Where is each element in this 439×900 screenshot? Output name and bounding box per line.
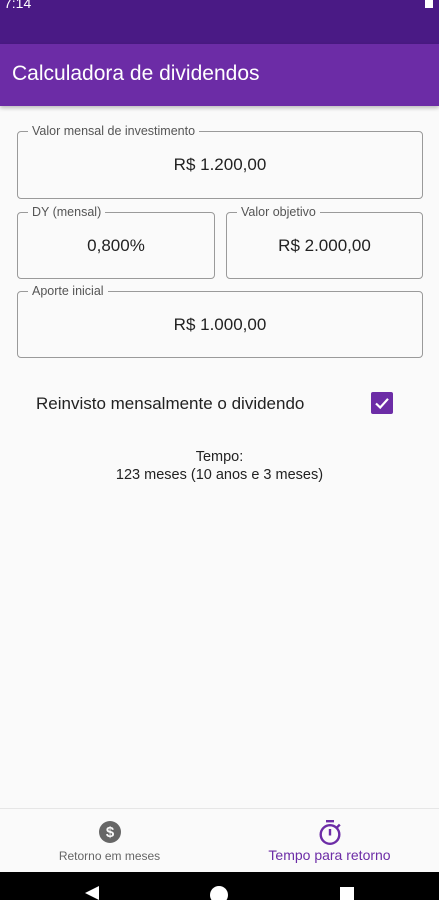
result-heading: Tempo: xyxy=(195,449,244,465)
result-text: 123 meses (10 anos e 3 meses) xyxy=(115,467,324,483)
monthly-investment-field[interactable]: Valor mensal de investimento R$ 1.200,00 xyxy=(17,123,423,199)
initial-contribution-field[interactable]: Aporte inicial R$ 1.000,00 xyxy=(17,283,423,358)
battery-icon xyxy=(425,0,433,8)
reinvest-label: Reinvisto mensalmente o dividendo xyxy=(36,394,305,413)
dollar-icon: $ xyxy=(98,820,122,849)
dy-field[interactable]: DY (mensal) 0,800% xyxy=(17,204,215,279)
status-bar: 7:14 xyxy=(0,0,439,44)
nav-label-retorno-em-meses: Retorno em meses xyxy=(58,849,161,863)
check-icon xyxy=(375,398,389,410)
page-title: Calculadora de dividendos xyxy=(12,62,260,85)
system-nav-bar xyxy=(0,872,439,900)
nav-label-tempo-para-retorno: Tempo para retorno xyxy=(268,847,391,863)
home-icon[interactable] xyxy=(209,885,229,900)
target-value-value[interactable]: R$ 2.000,00 xyxy=(227,213,422,278)
app-bar: Calculadora de dividendos xyxy=(0,44,439,106)
recents-icon[interactable] xyxy=(340,887,354,900)
initial-contribution-value[interactable]: R$ 1.000,00 xyxy=(18,292,422,357)
nav-item-retorno-em-meses[interactable]: $ Retorno em meses xyxy=(0,809,219,873)
status-time: 7:14 xyxy=(4,0,32,11)
nav-item-tempo-para-retorno[interactable]: Tempo para retorno xyxy=(220,809,439,873)
back-icon[interactable] xyxy=(84,886,100,900)
monthly-investment-value[interactable]: R$ 1.200,00 xyxy=(18,132,422,198)
svg-text:$: $ xyxy=(105,824,114,841)
reinvest-row[interactable]: Reinvisto mensalmente o dividendo xyxy=(36,390,396,418)
result-panel: Tempo: 123 meses (10 anos e 3 meses) xyxy=(0,448,439,484)
reinvest-checkbox[interactable] xyxy=(371,392,393,414)
bottom-nav: $ Retorno em meses Tempo para retorno xyxy=(0,808,439,873)
dy-value[interactable]: 0,800% xyxy=(18,213,214,278)
target-value-field[interactable]: Valor objetivo R$ 2.000,00 xyxy=(226,204,423,279)
